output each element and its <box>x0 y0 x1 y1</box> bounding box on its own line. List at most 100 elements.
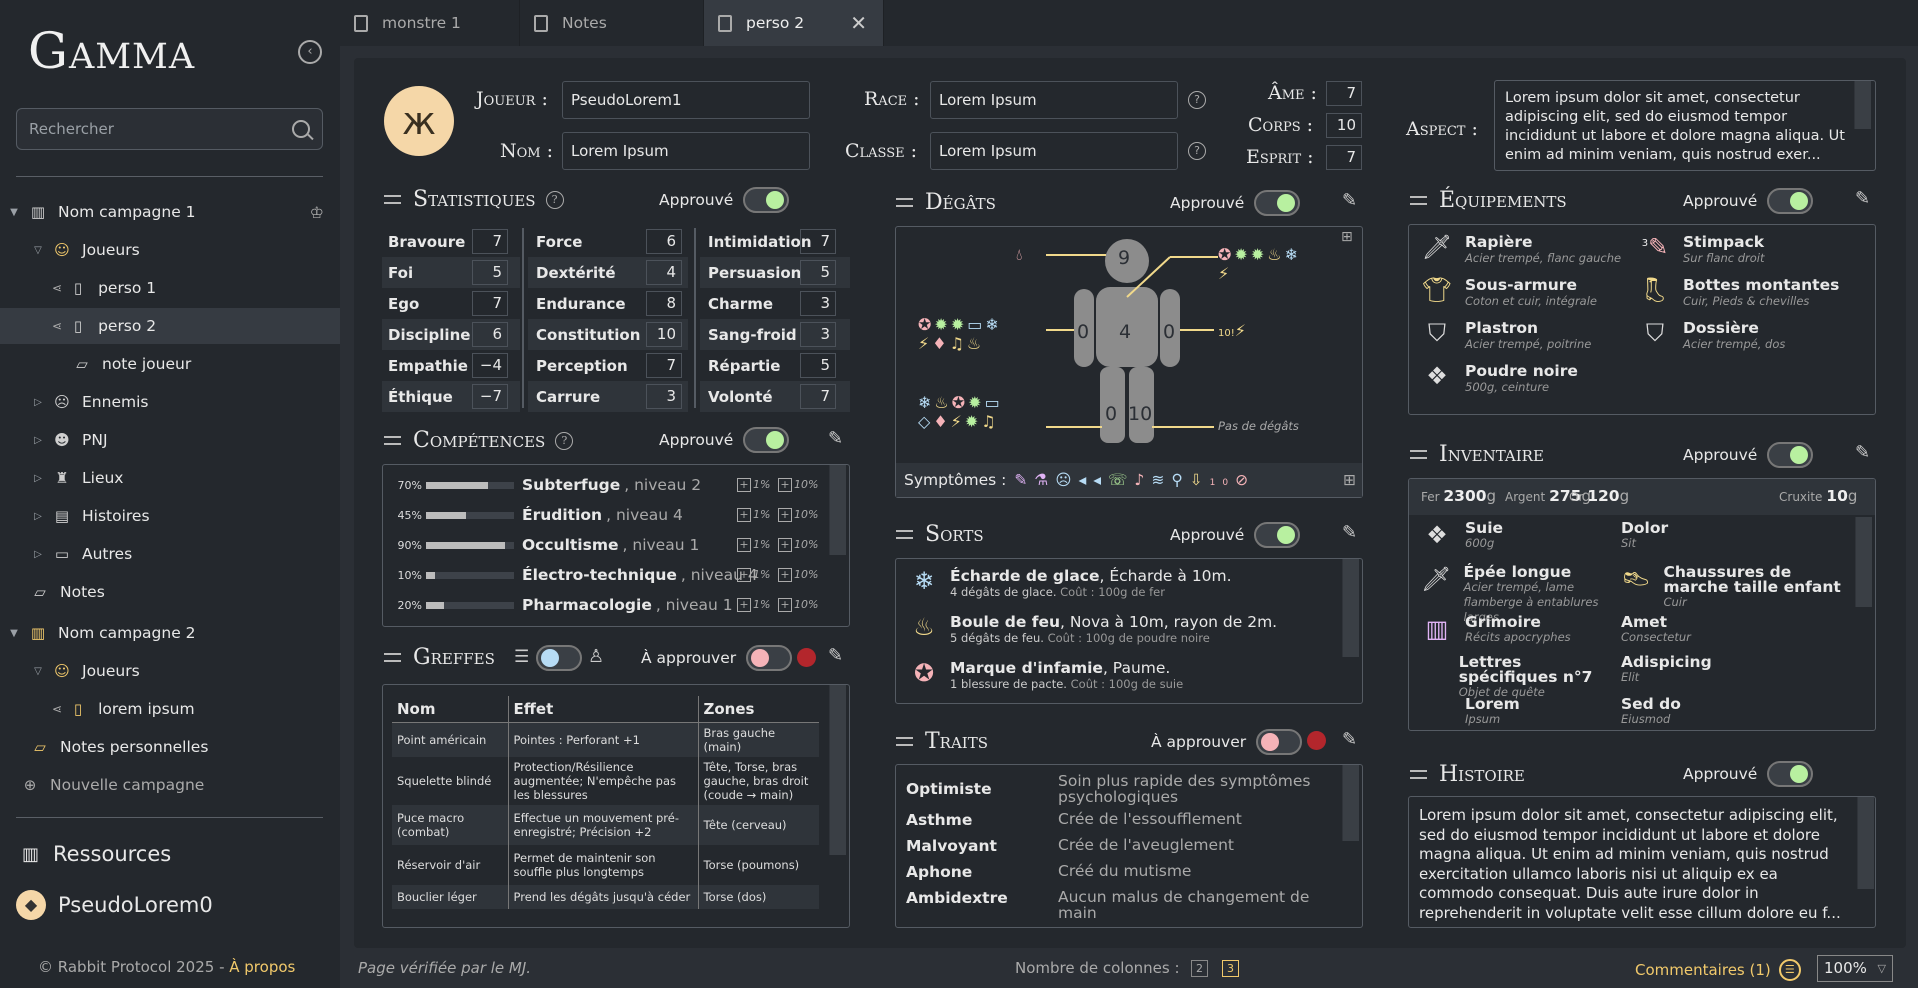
spell-item[interactable]: ♨ Boule de feu, Nova à 10m, rayon de 2m. 5… <box>908 613 1277 645</box>
scrollbar[interactable] <box>829 465 846 555</box>
add-10pct-button[interactable]: +10% <box>778 568 818 582</box>
table-row[interactable]: Point américain Pointes : Perforant +1 Bra… <box>392 722 819 757</box>
columns-3-button[interactable]: 3 <box>1222 960 1239 977</box>
right-arm-damage[interactable]: 0 <box>1163 321 1175 343</box>
approve-toggle[interactable] <box>1767 188 1814 214</box>
damage-approve[interactable]: Approuvé <box>1170 190 1301 216</box>
stat-value[interactable]: 5 <box>800 353 836 378</box>
add-1pct-button[interactable]: +1% <box>737 538 770 552</box>
comments-button[interactable]: Commentaires (1) ☰ <box>1635 959 1801 981</box>
stat-value[interactable]: 6 <box>646 229 682 254</box>
stat-value[interactable]: 7 <box>472 291 508 316</box>
history-approve[interactable]: Approuvé <box>1683 761 1814 787</box>
corps-value[interactable]: 10 <box>1326 113 1362 138</box>
aspect-field[interactable]: Lorem ipsum dolor sit amet, consectetur … <box>1494 80 1876 171</box>
left-arm-damage[interactable]: 0 <box>1077 321 1089 343</box>
view-toggle[interactable] <box>536 645 582 671</box>
stat-value[interactable]: 4 <box>646 260 682 285</box>
scrollbar[interactable] <box>829 685 846 855</box>
inventory-item[interactable]: 👞︎ Chaussures de marche taille enfant Cuir <box>1621 564 1851 610</box>
ame-value[interactable]: 7 <box>1326 81 1362 106</box>
spells-approve[interactable]: Approuvé <box>1170 522 1301 548</box>
user-menu[interactable]: ◆ PseudoLorem0 <box>16 890 213 920</box>
add-10pct-button[interactable]: +10% <box>778 538 818 552</box>
add-1pct-button[interactable]: +1% <box>737 568 770 582</box>
approve-toggle[interactable] <box>1767 442 1814 468</box>
spell-item[interactable]: ✪ Marque d'infamie, Paume. 1 blessure de p… <box>908 659 1183 691</box>
table-row[interactable]: Réservoir d'air Permet de maintenir son s… <box>392 845 819 885</box>
add-symptom-icon[interactable]: ⊞ <box>1343 471 1356 489</box>
trait-row[interactable]: Optimiste Soin plus rapide des symptômes … <box>906 773 1348 805</box>
skill-row[interactable]: 70% Subterfuge, niveau 2 <box>388 470 702 500</box>
approve-toggle[interactable] <box>1254 190 1301 216</box>
equipment-approve[interactable]: Approuvé <box>1683 188 1814 214</box>
inventory-approve[interactable]: Approuvé <box>1683 442 1814 468</box>
stat-value[interactable]: 10 <box>646 322 682 347</box>
help-icon[interactable]: ? <box>545 190 564 209</box>
add-icon[interactable]: ⊞ <box>1341 229 1353 245</box>
stat-value[interactable]: −7 <box>472 384 508 409</box>
tree-campaign-2[interactable]: ▼ ▥ Nom campagne 2 <box>0 615 340 651</box>
help-icon[interactable]: ? <box>555 431 574 450</box>
collapse-sidebar-icon[interactable]: ‹ <box>298 40 322 64</box>
tree-perso-1[interactable]: ⋖ ▯ perso 1 <box>0 270 340 306</box>
close-icon[interactable]: ✕ <box>850 11 867 35</box>
tree-lieux[interactable]: ▷ ♜ Lieux <box>0 460 340 496</box>
inventory-item[interactable]: Sed do Eiusmod <box>1621 696 1851 727</box>
inventory-item[interactable]: Lorem Ipsum <box>1421 696 1621 727</box>
tree-lorem-ipsum[interactable]: ⋖ ▯ lorem ipsum <box>0 691 340 727</box>
tab-perso-2[interactable]: perso 2 ✕ <box>704 0 884 46</box>
tree-notes[interactable]: ▱ Notes <box>0 574 340 610</box>
skill-row[interactable]: 45% Érudition, niveau 4 <box>388 500 683 530</box>
tree-players-2[interactable]: ▽ ☺ Joueurs <box>0 653 340 689</box>
head-damage[interactable]: 9 <box>1118 247 1130 269</box>
scrollbar[interactable] <box>1855 517 1872 607</box>
drag-handle-icon[interactable] <box>896 530 913 539</box>
history-text[interactable]: Lorem ipsum dolor sit amet, consectetur … <box>1408 796 1876 928</box>
equipment-item[interactable]: 🗡︎ Rapière Acier trempé, flanc gauche <box>1421 233 1621 265</box>
tree-pnj[interactable]: ▷ ☻ PNJ <box>0 422 340 458</box>
edit-icon[interactable]: ✎ <box>1855 442 1870 463</box>
stat-value[interactable]: 5 <box>800 260 836 285</box>
tree-perso-2[interactable]: ⋖ ▯ perso 2 <box>0 308 340 344</box>
equipment-item[interactable]: ⛉ Plastron Acier trempé, poitrine <box>1421 319 1591 351</box>
stat-value[interactable]: 7 <box>472 229 508 254</box>
add-10pct-button[interactable]: +10% <box>778 598 818 612</box>
trait-row[interactable]: Aphone Créé du mutisme <box>906 863 1348 881</box>
stats-approve[interactable]: Approuvé <box>659 187 790 213</box>
stat-value[interactable]: 5 <box>472 260 508 285</box>
skill-row[interactable]: 20% Pharmacologie, niveau 1 <box>388 590 733 620</box>
tree-autres[interactable]: ▷ ▭ Autres <box>0 536 340 572</box>
skill-row[interactable]: 10% Électro-technique, niveau 4 <box>388 560 758 590</box>
search-icon[interactable] <box>292 120 310 138</box>
drag-handle-icon[interactable] <box>384 195 401 204</box>
esprit-value[interactable]: 7 <box>1326 145 1362 170</box>
zoom-select[interactable]: 100% ▽ <box>1817 955 1893 982</box>
traits-approve[interactable]: À approuver <box>1151 729 1303 755</box>
tree-histoires[interactable]: ▷ ▤ Histoires <box>0 498 340 534</box>
search-input[interactable] <box>16 108 323 150</box>
table-row[interactable]: Squelette blindé Protection/Résilience au… <box>392 757 819 805</box>
table-row[interactable]: Bouclier léger Prend les dégâts jusqu'à c… <box>392 885 819 909</box>
spell-item[interactable]: ❄ Écharde de glace, Écharde à 10m. 4 dégât… <box>908 567 1232 599</box>
edit-icon[interactable]: ✎ <box>1855 188 1870 209</box>
classe-field[interactable]: Lorem Ipsum <box>930 132 1178 170</box>
drag-handle-icon[interactable] <box>1410 196 1427 205</box>
tree-note-joueur[interactable]: ▱ note joueur <box>0 346 340 382</box>
approve-toggle[interactable] <box>743 187 790 213</box>
add-1pct-button[interactable]: +1% <box>737 508 770 522</box>
approve-toggle[interactable] <box>1254 522 1301 548</box>
stat-value[interactable]: 7 <box>800 229 836 254</box>
equipment-item[interactable]: 👕︎ Sous-armure Coton et cuir, intégrale <box>1421 276 1597 308</box>
edit-icon[interactable]: ✎ <box>828 645 843 666</box>
inventory-item[interactable]: Adispicing Elit <box>1621 654 1851 685</box>
stat-value[interactable]: 3 <box>646 384 682 409</box>
stat-value[interactable]: 3 <box>800 322 836 347</box>
add-10pct-button[interactable]: +10% <box>778 478 818 492</box>
inventory-item[interactable]: Lettres spécifiques n°7 Objet de quête <box>1421 654 1621 700</box>
symptom-icons[interactable]: ✎⚗☹◂◂☏♪≋⚲⇩10⊘ <box>1014 471 1255 489</box>
equipment-item[interactable]: 3✎ Stimpack Sur flanc droit <box>1639 233 1765 265</box>
stat-value[interactable]: 7 <box>800 384 836 409</box>
currency-value[interactable]: 10 <box>1826 487 1848 505</box>
approve-toggle[interactable] <box>743 427 790 453</box>
